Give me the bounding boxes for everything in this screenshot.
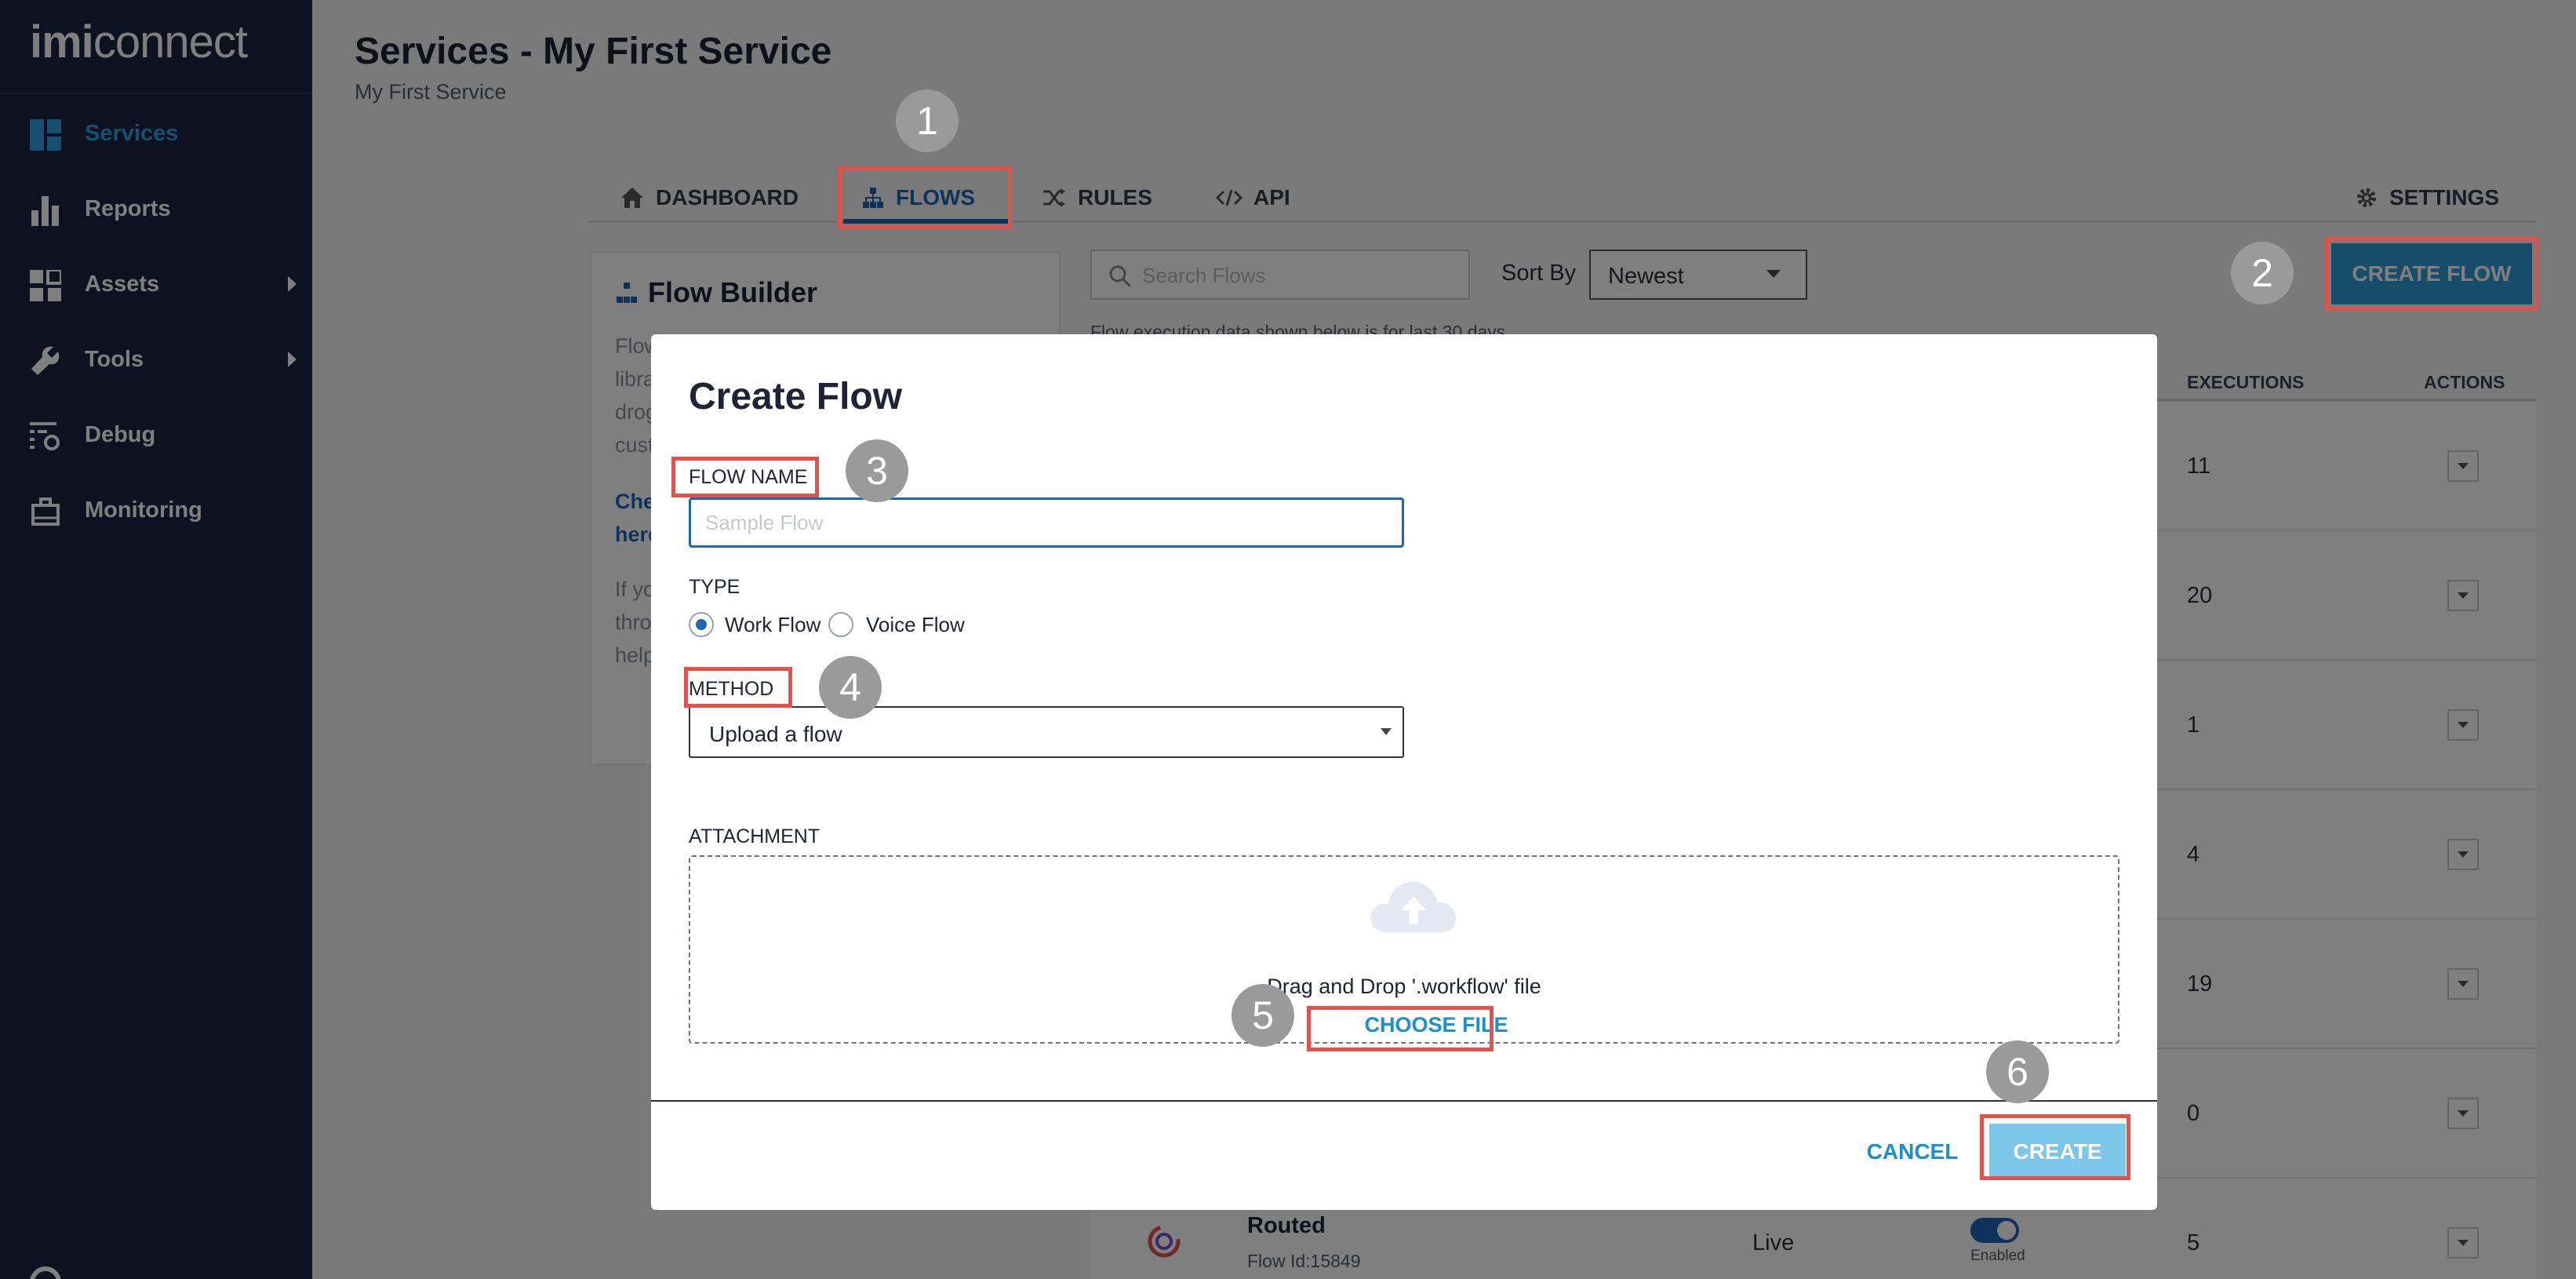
method-value: Upload a flow	[709, 722, 842, 746]
radio-voice-flow[interactable]	[828, 612, 853, 637]
flow-name-input[interactable]	[689, 497, 1404, 548]
flow-name-label: FLOW NAME	[689, 466, 808, 488]
radio-label-voice-flow[interactable]: Voice Flow	[866, 613, 965, 637]
chevron-down-icon	[1381, 728, 1392, 735]
radio-dot	[696, 619, 707, 630]
method-label: METHOD	[689, 678, 774, 700]
cloud-upload-icon	[1370, 881, 1457, 932]
choose-file-button[interactable]: CHOOSE FILE	[1348, 1006, 1525, 1044]
create-button[interactable]: CREATE	[1989, 1124, 2126, 1180]
attachment-label: ATTACHMENT	[689, 825, 820, 847]
step-badge-1: 1	[896, 89, 959, 152]
method-select[interactable]: Upload a flow	[689, 706, 1404, 758]
radio-label-work-flow[interactable]: Work Flow	[725, 613, 820, 637]
step-badge-6: 6	[1986, 1040, 2049, 1103]
step-badge-3: 3	[846, 439, 908, 502]
dropzone-text: Drag and Drop '.workflow' file	[1267, 975, 1541, 998]
file-dropzone[interactable]: Drag and Drop '.workflow' file CHOOSE FI…	[689, 855, 2119, 1044]
step-badge-5: 5	[1232, 984, 1294, 1047]
radio-work-flow[interactable]	[689, 612, 714, 637]
cancel-button[interactable]: CANCEL	[1850, 1130, 1975, 1174]
step-badge-4: 4	[819, 656, 882, 719]
modal-footer-divider	[651, 1100, 2157, 1102]
modal-title: Create Flow	[689, 376, 903, 417]
type-label: TYPE	[689, 576, 740, 598]
step-badge-2: 2	[2231, 242, 2294, 304]
